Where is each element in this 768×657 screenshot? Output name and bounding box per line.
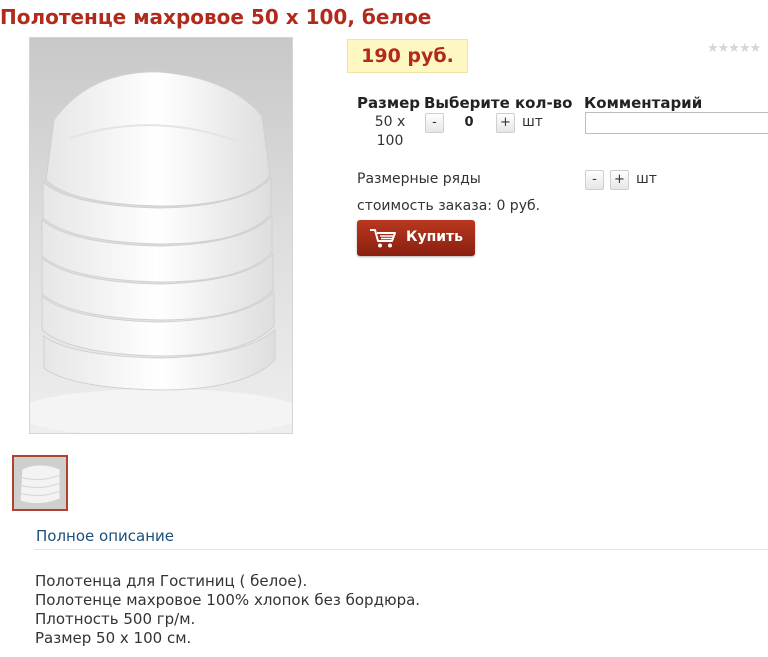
product-title: Полотенце махровое 50 х 100, белое <box>0 5 432 29</box>
product-thumbnail[interactable] <box>12 455 68 511</box>
towel-stack-photo <box>30 38 292 433</box>
column-header-size: Размер <box>357 94 421 112</box>
shopping-cart-icon <box>369 227 397 253</box>
rating-stars-icon[interactable]: ★★★★★ <box>707 41 761 56</box>
description-text: Полотенца для Гостиниц ( белое). Полотен… <box>35 572 420 648</box>
product-main-image[interactable] <box>29 37 293 434</box>
quantity-value[interactable]: 0 <box>455 115 483 130</box>
quantity-minus-button[interactable]: - <box>425 113 444 133</box>
quantity-unit-label: шт <box>522 114 543 130</box>
order-total: стоимость заказа: 0 руб. <box>357 198 541 214</box>
size-ranges-unit-label: шт <box>636 171 657 187</box>
tab-full-description[interactable]: Полное описание <box>36 527 174 545</box>
comment-input[interactable] <box>585 112 768 134</box>
description-divider <box>34 549 768 550</box>
size-value: 50 х 100 <box>374 114 406 149</box>
quantity-plus-button[interactable]: + <box>496 113 515 133</box>
size-ranges-minus-button[interactable]: - <box>585 170 604 190</box>
buy-button-label: Купить <box>406 229 464 245</box>
buy-button[interactable]: Купить <box>357 220 475 256</box>
towel-thumbnail-image <box>14 457 66 509</box>
description-line: Полотенца для Гостиниц ( белое). <box>35 572 308 590</box>
column-header-comment: Комментарий <box>584 94 703 112</box>
description-line: Плотность 500 гр/м. <box>35 610 196 628</box>
description-line: Полотенце махровое 100% хлопок без бордю… <box>35 591 421 609</box>
price-badge: 190 руб. <box>347 39 468 73</box>
size-ranges-label: Размерные ряды <box>357 171 481 187</box>
size-ranges-plus-button[interactable]: + <box>610 170 629 190</box>
column-header-quantity: Выберите кол-во <box>424 94 573 112</box>
description-line: Размер 50 х 100 см. <box>35 629 192 647</box>
